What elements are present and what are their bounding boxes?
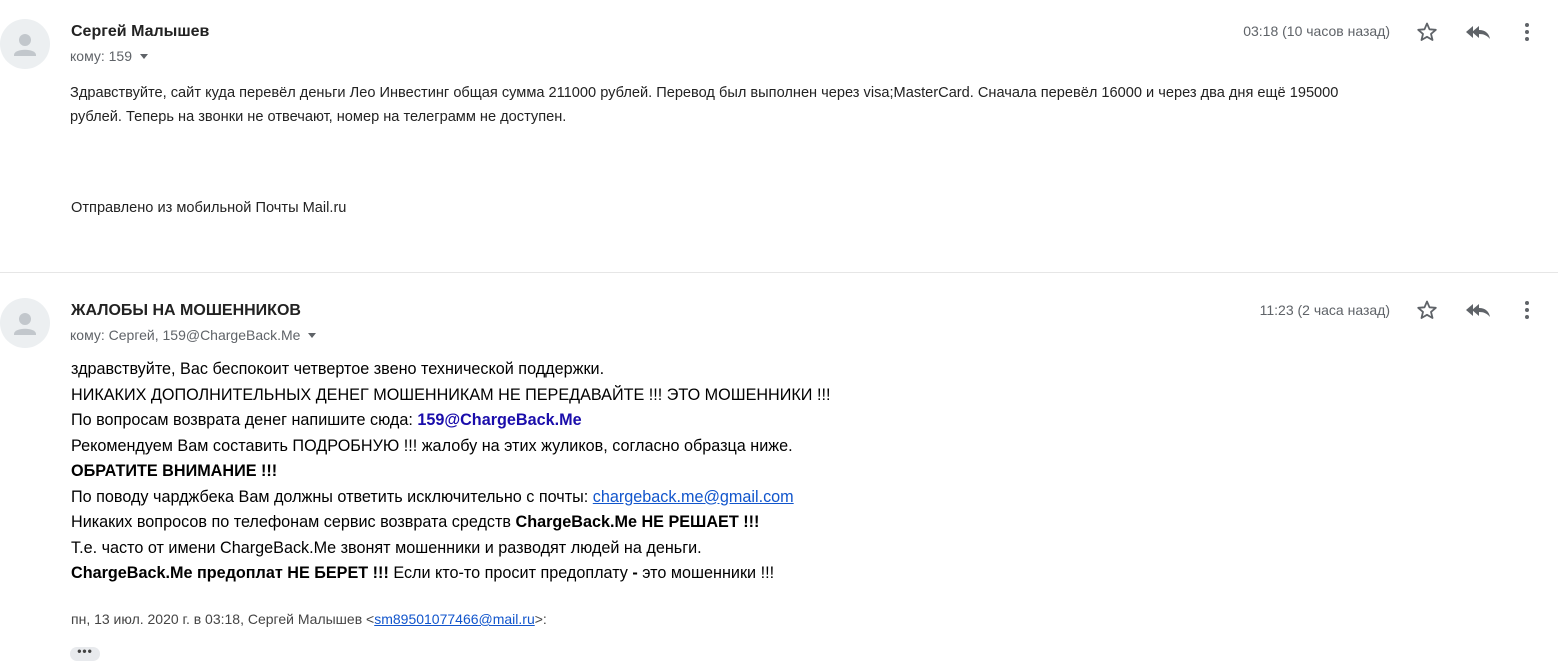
body-line: Т.е. часто от имени ChargeBack.Me звонят… bbox=[71, 538, 702, 557]
dropdown-caret-icon bbox=[308, 333, 317, 338]
body-text: По поводу чарджбека Вам должны ответить … bbox=[71, 487, 593, 506]
email-message-1: Сергей Малышев кому: 159 03:18 (10 часов… bbox=[0, 0, 1558, 272]
message-body: Здравствуйте, сайт куда перевёл деньги Л… bbox=[70, 81, 1490, 129]
body-line: здравствуйте, Вас беспокоит четвертое зв… bbox=[71, 360, 605, 378]
sender-avatar-icon bbox=[0, 298, 50, 348]
reply-all-icon bbox=[1466, 26, 1490, 39]
recipients-label: кому: 159 bbox=[70, 48, 132, 64]
body-line: По поводу чарджбека Вам должны ответить … bbox=[71, 485, 830, 511]
sender-avatar-icon bbox=[0, 19, 50, 69]
body-line: рублей. Теперь на звонки не отвечают, но… bbox=[70, 109, 567, 125]
message-timestamp: 11:23 (2 часа назад) bbox=[1259, 302, 1390, 318]
body-line: Никаких вопросов по телефонам сервис воз… bbox=[71, 510, 830, 536]
star-button[interactable] bbox=[1415, 20, 1439, 44]
star-icon bbox=[1417, 300, 1437, 319]
reply-all-icon bbox=[1466, 304, 1490, 317]
body-line: Здравствуйте, сайт куда перевёл деньги Л… bbox=[70, 85, 1339, 101]
quote-header-suffix: >: bbox=[534, 611, 547, 627]
body-line: ChargeBack.Me предоплат НЕ БЕРЕТ !!! Есл… bbox=[71, 561, 830, 587]
star-icon bbox=[1417, 22, 1437, 41]
more-vert-icon bbox=[1525, 23, 1529, 41]
recipients-label: кому: Сергей, 159@ChargeBack.Me bbox=[70, 327, 301, 343]
message-body: здравствуйте, Вас беспокоит четвертое зв… bbox=[71, 357, 830, 587]
email-link[interactable]: chargeback.me@gmail.com bbox=[593, 488, 794, 506]
chargeback-email-text: 159@ChargeBack.Me bbox=[417, 411, 582, 429]
show-trimmed-content-button[interactable]: ••• bbox=[70, 645, 100, 661]
body-text: Если кто-то просит предоплату bbox=[388, 564, 633, 582]
body-line: Рекомендуем Вам составить ПОДРОБНУЮ !!! … bbox=[71, 436, 793, 455]
quoted-message-header: пн, 13 июл. 2020 г. в 03:18, Сергей Малы… bbox=[71, 611, 547, 627]
more-options-button[interactable] bbox=[1515, 20, 1539, 44]
body-text: Никаких вопросов по телефонам сервис воз… bbox=[71, 513, 516, 531]
more-vert-icon bbox=[1525, 301, 1529, 319]
body-text: По вопросам возврата денег напишите сюда… bbox=[71, 411, 418, 429]
sender-name: Сергей Малышев bbox=[71, 23, 210, 40]
quote-header-text: пн, 13 июл. 2020 г. в 03:18, Сергей Малы… bbox=[71, 611, 375, 627]
body-line: НИКАКИХ ДОПОЛНИТЕЛЬНЫХ ДЕНЕГ МОШЕННИКАМ … bbox=[71, 385, 831, 404]
reply-all-button[interactable] bbox=[1464, 298, 1492, 322]
bold-text: ChargeBack.Me НЕ РЕШАЕТ !!! bbox=[515, 513, 760, 531]
quote-sender-email-link[interactable]: sm89501077466@mail.ru bbox=[374, 611, 535, 627]
dropdown-caret-icon bbox=[140, 54, 148, 59]
sender-name: ЖАЛОБЫ НА МОШЕННИКОВ bbox=[71, 302, 301, 319]
signature: Отправлено из мобильной Почты Mail.ru bbox=[71, 200, 347, 216]
body-line: По вопросам возврата денег напишите сюда… bbox=[71, 408, 830, 434]
body-text: это мошенники !!! bbox=[637, 564, 775, 582]
attention-line: ОБРАТИТЕ ВНИМАНИЕ !!! bbox=[71, 462, 278, 480]
bold-text: ChargeBack.Me предоплат НЕ БЕРЕТ !!! bbox=[71, 564, 389, 582]
recipients-dropdown[interactable]: кому: 159 bbox=[70, 48, 148, 64]
star-button[interactable] bbox=[1415, 298, 1439, 322]
more-options-button[interactable] bbox=[1515, 298, 1539, 322]
message-timestamp: 03:18 (10 часов назад) bbox=[1243, 23, 1390, 39]
reply-all-button[interactable] bbox=[1464, 20, 1492, 44]
email-message-2: ЖАЛОБЫ НА МОШЕННИКОВ кому: Сергей, 159@C… bbox=[0, 273, 1558, 661]
recipients-dropdown[interactable]: кому: Сергей, 159@ChargeBack.Me bbox=[70, 327, 317, 343]
